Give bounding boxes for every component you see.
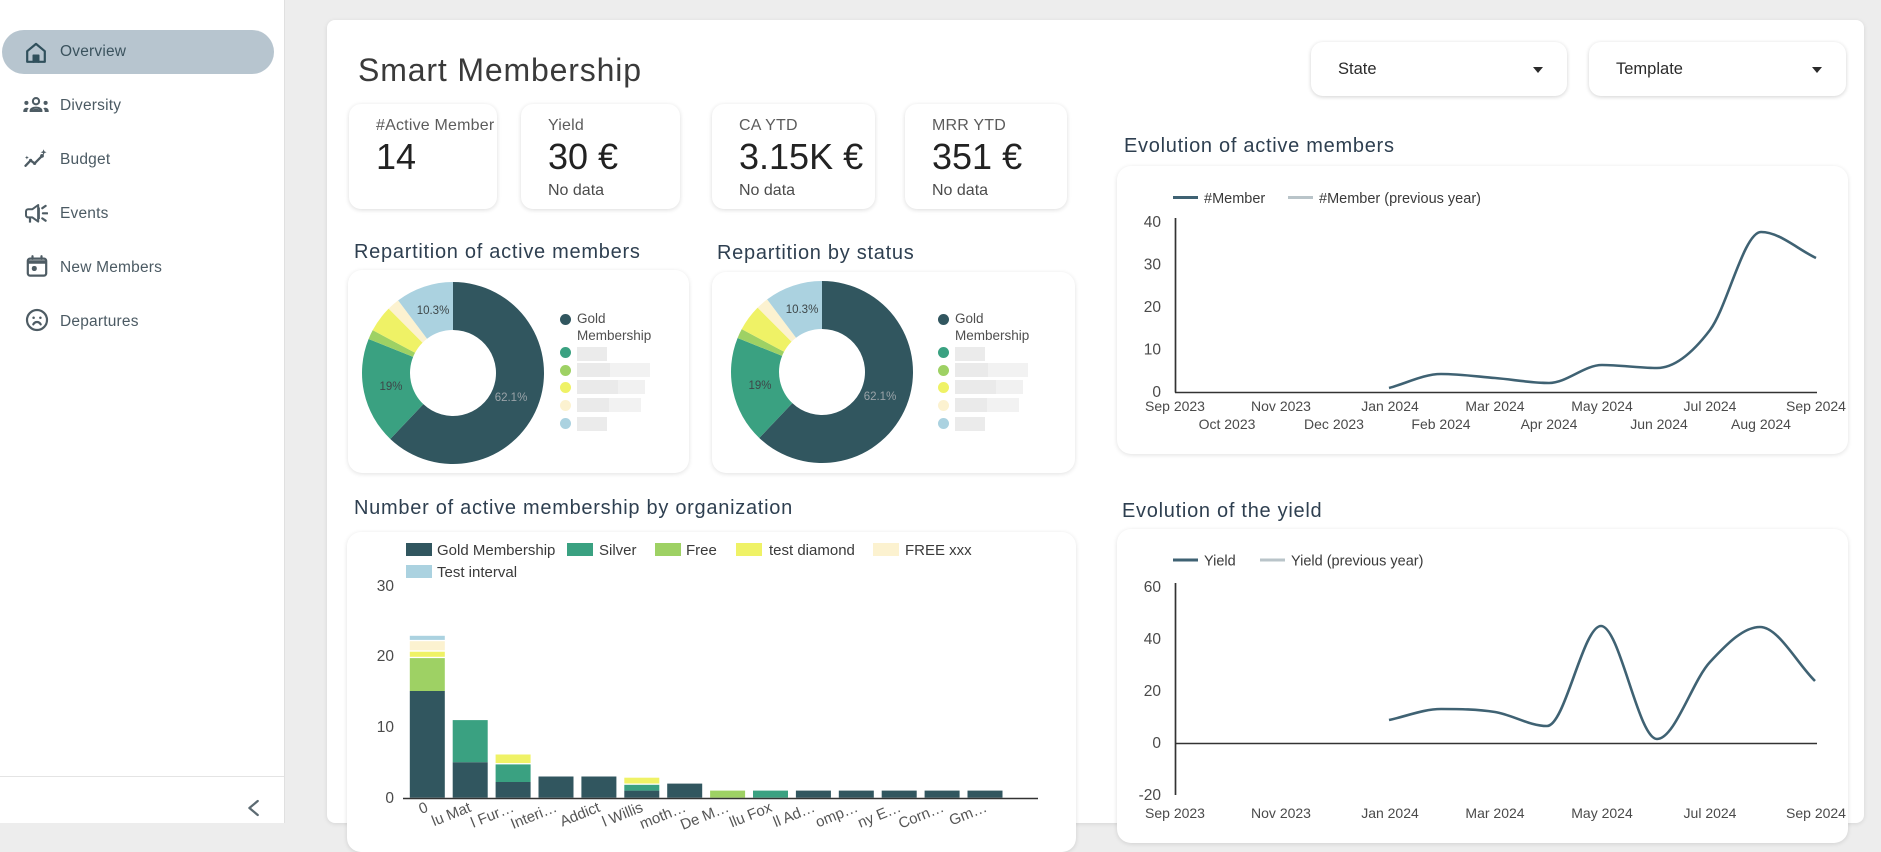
svg-text:40: 40 [1144, 214, 1162, 231]
svg-text:May 2024: May 2024 [1571, 398, 1633, 414]
svg-text:60: 60 [1144, 579, 1162, 596]
svg-text:Interi…: Interi… [508, 799, 559, 833]
svg-text:10: 10 [377, 719, 395, 736]
svg-text:20: 20 [1144, 299, 1162, 316]
svg-text:Sep 2023: Sep 2023 [1145, 398, 1205, 414]
svg-text:10.3%: 10.3% [417, 305, 450, 317]
svg-text:Silver: Silver [599, 542, 637, 559]
svg-text:-20: -20 [1139, 787, 1162, 804]
svg-text:Dec 2023: Dec 2023 [1304, 416, 1364, 432]
svg-text:lu Mat: lu Mat [429, 799, 474, 830]
svg-text:ll Ad…: ll Ad… [771, 799, 818, 831]
svg-text:Feb 2024: Feb 2024 [1411, 416, 1470, 432]
svg-text:Jun 2024: Jun 2024 [1630, 416, 1688, 432]
svg-text:Mar 2024: Mar 2024 [1465, 805, 1524, 821]
svg-text:0: 0 [1152, 735, 1161, 752]
svg-text:FREE xxx: FREE xxx [905, 542, 972, 559]
svg-text:Nov 2023: Nov 2023 [1251, 805, 1311, 821]
svg-text:llu Fox: llu Fox [727, 799, 775, 831]
svg-text:62.1%: 62.1% [495, 392, 528, 404]
svg-text:test diamond: test diamond [769, 542, 855, 559]
svg-text:19%: 19% [379, 381, 402, 393]
svg-text:Free: Free [686, 542, 717, 559]
svg-text:10: 10 [1144, 342, 1162, 359]
svg-text:Sep 2023: Sep 2023 [1145, 805, 1205, 821]
svg-text:De M…: De M… [678, 799, 732, 834]
svg-text:0: 0 [416, 799, 430, 818]
svg-text:Gm…: Gm… [947, 799, 990, 829]
svg-text:Jan 2024: Jan 2024 [1361, 398, 1419, 414]
svg-text:10.3%: 10.3% [786, 304, 819, 316]
svg-text:#Member (previous year): #Member (previous year) [1319, 191, 1481, 207]
svg-text:40: 40 [1144, 631, 1162, 648]
svg-text:Jul 2024: Jul 2024 [1684, 805, 1737, 821]
svg-text:19%: 19% [748, 380, 771, 392]
svg-text:Nov 2023: Nov 2023 [1251, 398, 1311, 414]
svg-text:30: 30 [377, 578, 395, 595]
svg-text:Oct 2023: Oct 2023 [1199, 416, 1256, 432]
svg-text:May 2024: May 2024 [1571, 805, 1633, 821]
svg-text:Jan 2024: Jan 2024 [1361, 805, 1419, 821]
svg-text:0: 0 [385, 790, 394, 807]
svg-text:20: 20 [1144, 683, 1162, 700]
svg-text:Yield: Yield [1204, 554, 1236, 570]
svg-text:Test interval: Test interval [437, 564, 517, 581]
svg-text:omp…: omp… [813, 799, 860, 831]
svg-text:Gold Membership: Gold Membership [437, 542, 555, 559]
svg-text:Sep 2024: Sep 2024 [1786, 805, 1846, 821]
svg-text:Mar 2024: Mar 2024 [1465, 398, 1524, 414]
svg-text:20: 20 [377, 648, 395, 665]
svg-text:Sep 2024: Sep 2024 [1786, 398, 1846, 414]
svg-text:Addict: Addict [557, 799, 603, 831]
svg-text:Jul 2024: Jul 2024 [1684, 398, 1737, 414]
svg-text:l Willis: l Willis [600, 799, 646, 831]
svg-text:Corn…: Corn… [896, 799, 946, 833]
svg-text:Apr 2024: Apr 2024 [1521, 416, 1578, 432]
svg-text:#Member: #Member [1204, 191, 1265, 207]
svg-text:30: 30 [1144, 257, 1162, 274]
svg-text:l Fur…: l Fur… [468, 799, 516, 832]
svg-text:Aug 2024: Aug 2024 [1731, 416, 1791, 432]
svg-text:62.1%: 62.1% [864, 391, 897, 403]
svg-text:Yield (previous year): Yield (previous year) [1291, 554, 1423, 570]
svg-text:ny E…: ny E… [855, 799, 903, 832]
